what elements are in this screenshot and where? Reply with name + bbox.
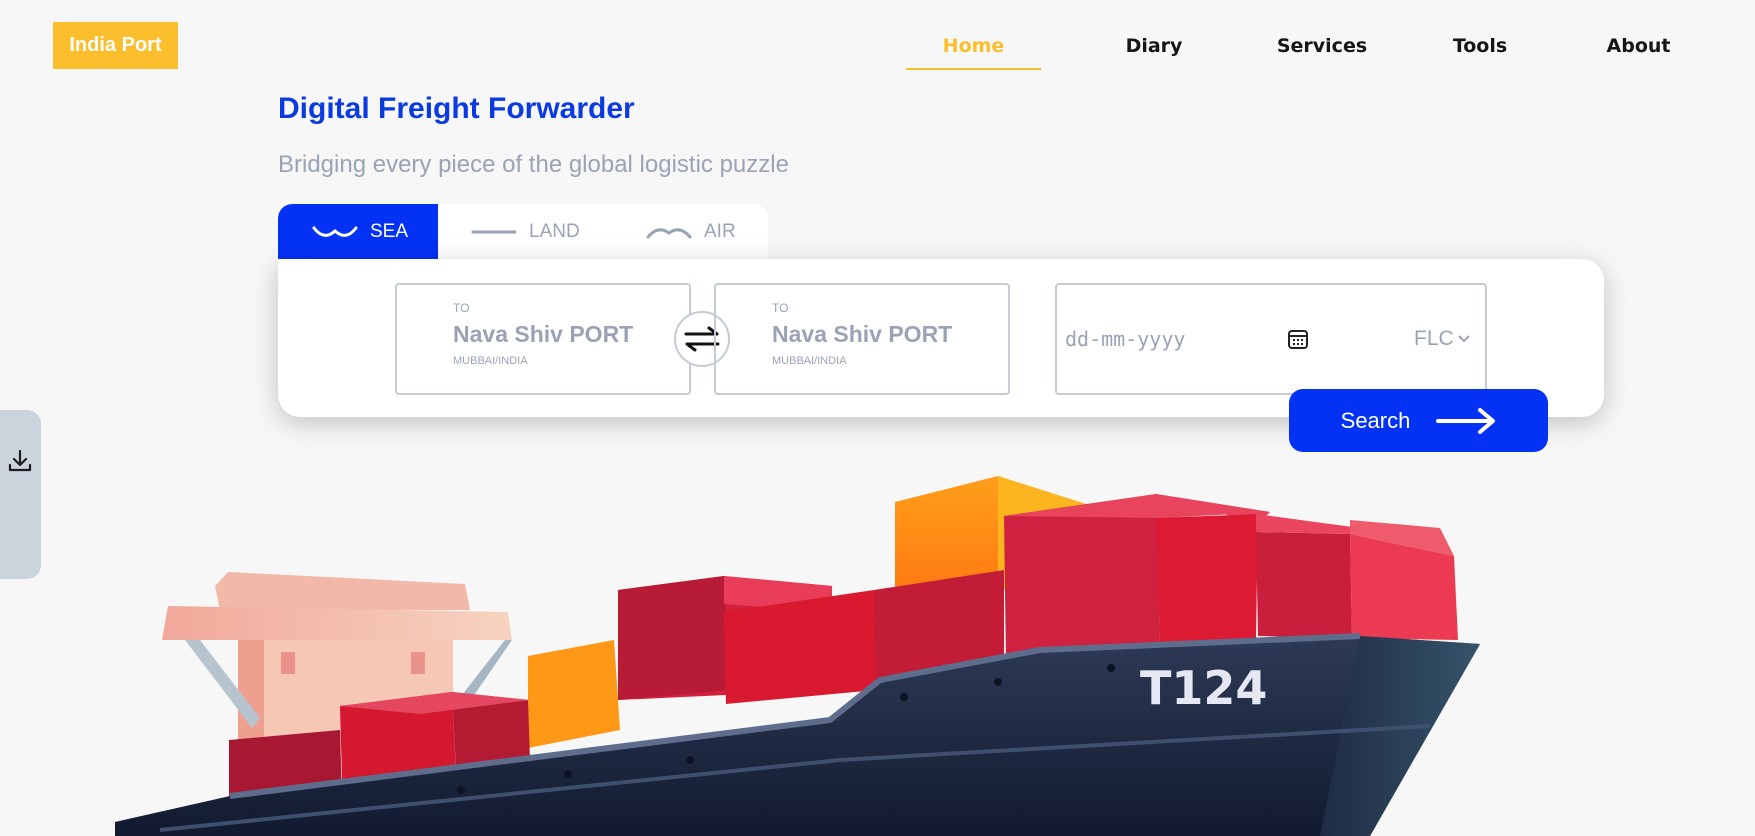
line-icon	[471, 230, 517, 234]
nav-services[interactable]: Services	[1262, 30, 1382, 70]
search-button-label: Search	[1340, 407, 1411, 433]
container-type-value: FLC	[1414, 327, 1454, 350]
hull-label: T124	[1140, 661, 1267, 715]
origin-port-field[interactable]: TO Nava Shiv PORT MUBBAI/INDIA	[395, 283, 691, 395]
origin-port-name: Nava Shiv PORT	[453, 321, 634, 347]
destination-port-field[interactable]: TO Nava Shiv PORT MUBBAI/INDIA	[714, 283, 1010, 395]
chevron-down-icon	[1457, 335, 1470, 343]
wave-icon	[312, 226, 358, 237]
container-type-select[interactable]: FLC	[1414, 327, 1470, 351]
search-button[interactable]: Search	[1289, 389, 1548, 452]
tab-land[interactable]: LAND	[471, 204, 611, 260]
destination-caption: TO	[772, 301, 789, 315]
main-nav: Home Diary Services Tools About	[0, 30, 1755, 70]
calendar-icon[interactable]	[1287, 328, 1309, 350]
tab-sea[interactable]: SEA	[278, 204, 438, 260]
tab-air-label: AIR	[704, 221, 736, 242]
tab-land-label: LAND	[529, 221, 580, 242]
origin-caption: TO	[453, 301, 470, 315]
destination-location: MUBBAI/INDIA	[772, 355, 847, 367]
container-ship-illustration: T124	[115, 476, 1480, 836]
tab-air[interactable]: AIR	[646, 204, 766, 260]
nav-diary[interactable]: Diary	[1104, 30, 1204, 70]
hero-subtitle: Bridging every piece of the global logis…	[278, 151, 789, 178]
nav-home[interactable]: Home	[906, 30, 1041, 70]
date-field: FLC	[1055, 283, 1487, 395]
hero-title: Digital Freight Forwarder	[278, 92, 635, 125]
tab-sea-label: SEA	[370, 221, 409, 242]
arc-icon	[646, 228, 692, 239]
nav-tools[interactable]: Tools	[1440, 30, 1520, 70]
transport-mode-tabs: SEA LAND AIR	[278, 204, 768, 260]
arrow-right-icon	[1436, 407, 1496, 434]
destination-port-name: Nava Shiv PORT	[772, 321, 953, 347]
origin-location: MUBBAI/INDIA	[453, 355, 528, 367]
nav-about[interactable]: About	[1596, 30, 1681, 70]
date-input[interactable]	[1065, 321, 1285, 357]
